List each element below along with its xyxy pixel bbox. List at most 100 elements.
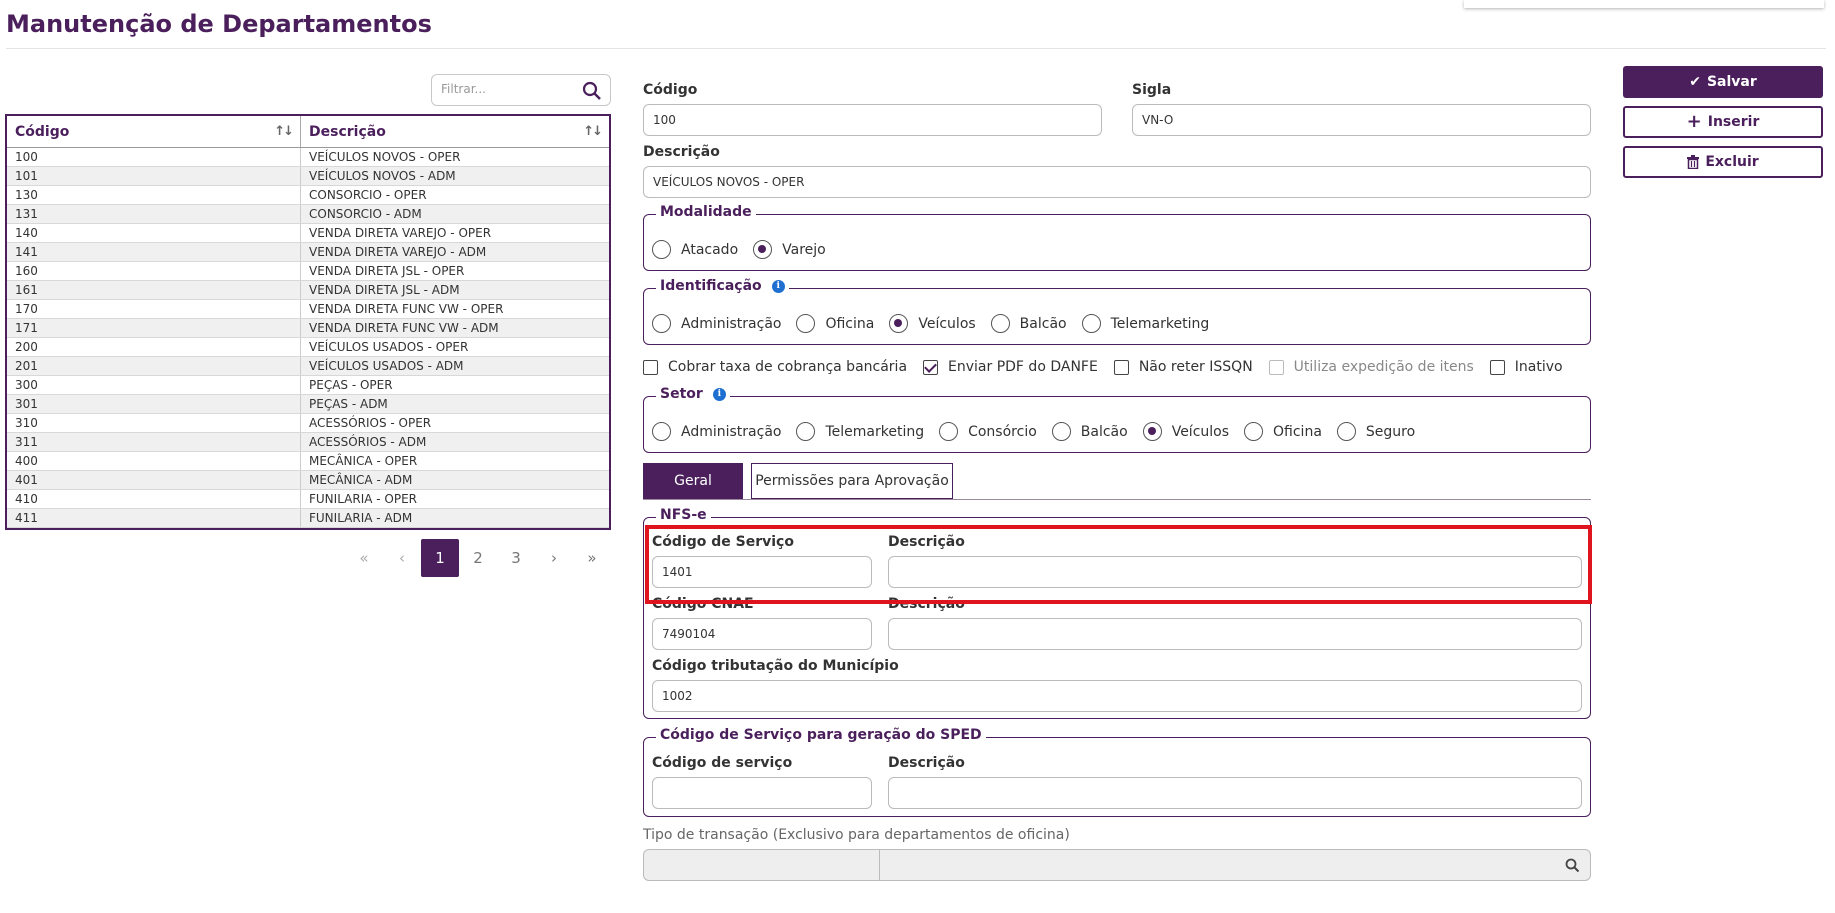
cell-codigo: 171 xyxy=(7,319,301,337)
checkbox-box-checked[interactable] xyxy=(923,359,939,375)
table-row[interactable]: 140 VENDA DIRETA VAREJO - OPER xyxy=(7,224,609,243)
radio-circle[interactable] xyxy=(652,240,671,259)
codigo-tributacao-label: Código tributação do Município xyxy=(652,658,899,674)
table-row[interactable]: 410 FUNILARIA - OPER xyxy=(7,490,609,509)
codigo-cnae-input[interactable]: 7490104 xyxy=(652,618,872,650)
radio-setor-consorcio[interactable]: Consórcio xyxy=(939,422,1037,441)
table-row[interactable]: 411 FUNILARIA - ADM xyxy=(7,509,609,528)
sped-descricao-label: Descrição xyxy=(888,755,965,771)
column-header-codigo[interactable]: Código ↑↓ xyxy=(7,116,301,147)
sort-icon[interactable]: ↑↓ xyxy=(274,124,294,139)
radio-circle-selected[interactable] xyxy=(1142,422,1162,441)
tab-permissoes[interactable]: Permissões para Aprovação xyxy=(751,463,953,499)
tipo-transacao-code-input[interactable] xyxy=(643,849,880,881)
radio-setor-seguro[interactable]: Seguro xyxy=(1336,422,1415,441)
prev-page-button[interactable]: ‹ xyxy=(383,539,421,577)
radio-telemarketing[interactable]: Telemarketing xyxy=(1081,314,1209,333)
tab-geral[interactable]: Geral xyxy=(643,463,743,499)
descricao-cnae-input[interactable] xyxy=(888,618,1582,650)
title-divider xyxy=(6,48,1826,49)
radio-atacado[interactable]: Atacado xyxy=(652,240,738,259)
radio-balcao[interactable]: Balcão xyxy=(990,314,1067,333)
sort-icon[interactable]: ↑↓ xyxy=(583,124,603,139)
table-row[interactable]: 101 VEÍCULOS NOVOS - ADM xyxy=(7,167,609,186)
radio-circle[interactable] xyxy=(652,314,671,333)
radio-circle[interactable] xyxy=(1336,422,1356,441)
codigo-input[interactable]: 100 xyxy=(643,104,1102,136)
page-2-button[interactable]: 2 xyxy=(459,539,497,577)
table-row[interactable]: 170 VENDA DIRETA FUNC VW - OPER xyxy=(7,300,609,319)
column-header-descricao[interactable]: Descrição ↑↓ xyxy=(301,116,609,147)
table-row[interactable]: 400 MECÂNICA - OPER xyxy=(7,452,609,471)
radio-circle[interactable] xyxy=(796,422,816,441)
descricao-input[interactable]: VEÍCULOS NOVOS - OPER xyxy=(643,166,1591,198)
save-button[interactable]: ✔ Salvar xyxy=(1623,66,1823,98)
radio-setor-balcao[interactable]: Balcão xyxy=(1051,422,1128,441)
radio-circle[interactable] xyxy=(652,422,671,441)
radio-circle-selected[interactable] xyxy=(889,314,909,333)
cell-descricao: ACESSÓRIOS - OPER xyxy=(309,416,432,430)
table-row[interactable]: 401 MECÂNICA - ADM xyxy=(7,471,609,490)
table-row[interactable]: 100 VEÍCULOS NOVOS - OPER xyxy=(7,148,609,167)
table-row[interactable]: 301 PEÇAS - ADM xyxy=(7,395,609,414)
table-row[interactable]: 160 VENDA DIRETA JSL - OPER xyxy=(7,262,609,281)
delete-button[interactable]: Excluir xyxy=(1623,146,1823,178)
page-1-button[interactable]: 1 xyxy=(421,539,459,577)
cell-codigo: 141 xyxy=(7,243,301,261)
radio-administracao[interactable]: Administração xyxy=(652,314,781,333)
setor-options: Administração Telemarketing Consórcio Ba… xyxy=(652,422,1430,441)
info-icon[interactable]: i xyxy=(771,279,785,293)
cell-codigo: 160 xyxy=(7,262,301,280)
table-row[interactable]: 130 CONSORCIO - OPER xyxy=(7,186,609,205)
check-icon: ✔ xyxy=(1689,74,1701,90)
codigo-tributacao-input[interactable]: 1002 xyxy=(652,680,1582,712)
table-row[interactable]: 171 VENDA DIRETA FUNC VW - ADM xyxy=(7,319,609,338)
table-row[interactable]: 300 PEÇAS - OPER xyxy=(7,376,609,395)
radio-circle-selected[interactable] xyxy=(753,240,773,259)
filter-input[interactable] xyxy=(441,82,571,96)
filter-box[interactable] xyxy=(431,74,611,106)
checkbox-box[interactable] xyxy=(1489,359,1505,375)
radio-circle[interactable] xyxy=(796,314,816,333)
search-icon[interactable] xyxy=(1565,858,1580,873)
search-icon[interactable] xyxy=(582,81,602,101)
checkbox-nao-reter-issqn[interactable]: Não reter ISSQN xyxy=(1113,359,1253,375)
radio-setor-oficina[interactable]: Oficina xyxy=(1244,422,1322,441)
table-row[interactable]: 141 VENDA DIRETA VAREJO - ADM xyxy=(7,243,609,262)
sigla-input[interactable]: VN-O xyxy=(1132,104,1591,136)
trash-icon xyxy=(1687,155,1700,169)
radio-circle[interactable] xyxy=(1081,314,1101,333)
checkbox-inativo[interactable]: Inativo xyxy=(1489,359,1563,375)
table-row[interactable]: 311 ACESSÓRIOS - ADM xyxy=(7,433,609,452)
sped-descricao-input[interactable] xyxy=(888,777,1582,809)
radio-oficina[interactable]: Oficina xyxy=(796,314,874,333)
radio-varejo[interactable]: Varejo xyxy=(753,240,826,259)
info-icon[interactable]: i xyxy=(712,387,726,401)
page-3-button[interactable]: 3 xyxy=(497,539,535,577)
sped-codigo-label: Código de serviço xyxy=(652,755,793,771)
radio-circle[interactable] xyxy=(1244,422,1264,441)
checkbox-utiliza-expedicao: Utiliza expedição de itens xyxy=(1268,359,1474,375)
radio-circle[interactable] xyxy=(939,422,959,441)
table-row[interactable]: 201 VEÍCULOS USADOS - ADM xyxy=(7,357,609,376)
table-row[interactable]: 310 ACESSÓRIOS - OPER xyxy=(7,414,609,433)
radio-setor-veiculos[interactable]: Veículos xyxy=(1142,422,1229,441)
last-page-button[interactable]: » xyxy=(573,539,611,577)
radio-circle[interactable] xyxy=(990,314,1010,333)
insert-button[interactable]: + Inserir xyxy=(1623,106,1823,138)
tipo-transacao-desc-input[interactable] xyxy=(879,849,1591,881)
radio-setor-telemarketing[interactable]: Telemarketing xyxy=(796,422,924,441)
next-page-button[interactable]: › xyxy=(535,539,573,577)
radio-veiculos[interactable]: Veículos xyxy=(889,314,976,333)
checkbox-box[interactable] xyxy=(1113,359,1129,375)
table-row[interactable]: 161 VENDA DIRETA JSL - ADM xyxy=(7,281,609,300)
checkbox-box[interactable] xyxy=(643,359,658,375)
radio-circle[interactable] xyxy=(1051,422,1071,441)
checkbox-enviar-pdf[interactable]: Enviar PDF do DANFE xyxy=(923,359,1098,375)
radio-setor-administracao[interactable]: Administração xyxy=(652,422,781,441)
sped-codigo-input[interactable] xyxy=(652,777,872,809)
table-row[interactable]: 131 CONSORCIO - ADM xyxy=(7,205,609,224)
first-page-button[interactable]: « xyxy=(345,539,383,577)
table-row[interactable]: 200 VEÍCULOS USADOS - OPER xyxy=(7,338,609,357)
checkbox-cobrar-taxa[interactable]: Cobrar taxa de cobrança bancária xyxy=(643,359,907,375)
